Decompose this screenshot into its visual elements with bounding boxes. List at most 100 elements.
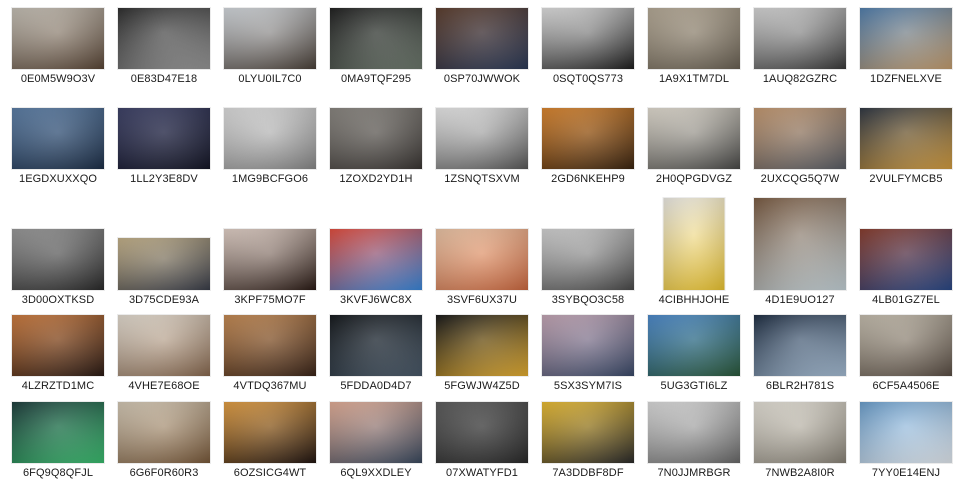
file-tile[interactable]: 0E83D47E18 [111, 8, 217, 86]
photo-thumbnail-icon[interactable] [436, 229, 528, 290]
photo-thumbnail-icon[interactable] [224, 8, 316, 69]
photo-thumbnail-icon[interactable] [118, 8, 210, 69]
photo-thumbnail-icon[interactable] [12, 108, 104, 169]
photo-thumbnail-icon[interactable] [12, 402, 104, 463]
photo-thumbnail-icon[interactable] [860, 8, 952, 69]
file-tile[interactable]: 5FGWJW4Z5D [429, 315, 535, 393]
file-tile[interactable]: 3SVF6UX37U [429, 198, 535, 307]
file-tile[interactable]: 7A3DDBF8DF [535, 402, 641, 480]
file-tile[interactable]: 1AUQ82GZRC [747, 8, 853, 86]
photo-thumbnail-icon[interactable] [860, 108, 952, 169]
photo-thumbnail-icon[interactable] [542, 229, 634, 290]
file-name-label: 2GD6NKEHP9 [551, 173, 625, 185]
photo-thumbnail-icon[interactable] [118, 315, 210, 376]
file-tile[interactable]: 6CF5A4506E [853, 315, 957, 393]
photo-thumbnail-icon[interactable] [330, 8, 422, 69]
file-tile[interactable]: 6BLR2H781S [747, 315, 853, 393]
file-tile[interactable]: 7N0JJMRBGR [641, 402, 747, 480]
thumbnail-slot [323, 402, 429, 463]
file-tile[interactable]: 7YY0E14ENJ [853, 402, 957, 480]
photo-thumbnail-icon[interactable] [330, 229, 422, 290]
photo-thumbnail-icon[interactable] [860, 229, 952, 290]
file-tile[interactable]: 0LYU0IL7C0 [217, 8, 323, 86]
file-tile[interactable]: 6FQ9Q8QFJL [5, 402, 111, 480]
photo-thumbnail-icon[interactable] [754, 8, 846, 69]
photo-thumbnail-icon[interactable] [224, 108, 316, 169]
file-tile[interactable]: 4D1E9UO127 [747, 198, 853, 307]
photo-thumbnail-icon[interactable] [648, 108, 740, 169]
file-tile[interactable]: 4VHE7E68OE [111, 315, 217, 393]
file-tile[interactable]: 3D00OXTKSD [5, 198, 111, 307]
file-tile[interactable]: 2UXCQG5Q7W [747, 108, 853, 186]
file-tile[interactable]: 7NWB2A8I0R [747, 402, 853, 480]
photo-thumbnail-icon[interactable] [330, 108, 422, 169]
photo-thumbnail-icon[interactable] [118, 238, 210, 290]
file-tile[interactable]: 0SQT0QS773 [535, 8, 641, 86]
photo-thumbnail-icon[interactable] [224, 229, 316, 290]
file-tile[interactable]: 6QL9XXDLEY [323, 402, 429, 480]
photo-thumbnail-icon[interactable] [648, 402, 740, 463]
file-tile[interactable]: 1LL2Y3E8DV [111, 108, 217, 186]
photo-thumbnail-icon[interactable] [663, 198, 725, 290]
photo-thumbnail-icon[interactable] [12, 8, 104, 69]
file-tile[interactable]: 2GD6NKEHP9 [535, 108, 641, 186]
thumbnail-slot [853, 8, 957, 69]
thumbnail-slot [747, 198, 853, 290]
photo-thumbnail-icon[interactable] [754, 315, 846, 376]
photo-thumbnail-icon[interactable] [436, 8, 528, 69]
photo-thumbnail-icon[interactable] [118, 402, 210, 463]
photo-thumbnail-icon[interactable] [754, 198, 846, 290]
photo-thumbnail-icon[interactable] [542, 402, 634, 463]
file-tile[interactable]: 6G6F0R60R3 [111, 402, 217, 480]
file-name-label: 7A3DDBF8DF [552, 467, 624, 479]
file-tile[interactable]: 4LB01GZ7EL [853, 198, 957, 307]
photo-thumbnail-icon[interactable] [542, 8, 634, 69]
file-tile[interactable]: 6OZSICG4WT [217, 402, 323, 480]
photo-thumbnail-icon[interactable] [118, 108, 210, 169]
photo-thumbnail-icon[interactable] [12, 315, 104, 376]
file-tile[interactable]: 4VTDQ367MU [217, 315, 323, 393]
file-tile[interactable]: 0MA9TQF295 [323, 8, 429, 86]
file-tile[interactable]: 2H0QPGDVGZ [641, 108, 747, 186]
file-tile[interactable]: 07XWATYFD1 [429, 402, 535, 480]
file-tile[interactable]: 3SYBQO3C58 [535, 198, 641, 307]
file-tile[interactable]: 5SX3SYM7IS [535, 315, 641, 393]
file-tile[interactable]: 4LZRZTD1MC [5, 315, 111, 393]
photo-thumbnail-icon[interactable] [542, 108, 634, 169]
photo-thumbnail-icon[interactable] [754, 108, 846, 169]
file-tile[interactable]: 4CIBHHJOHE [641, 198, 747, 307]
photo-thumbnail-icon[interactable] [436, 402, 528, 463]
photo-thumbnail-icon[interactable] [542, 315, 634, 376]
file-tile[interactable]: 0SP70JWWOK [429, 8, 535, 86]
file-name-label: 5FDDA0D4D7 [340, 380, 412, 392]
photo-thumbnail-icon[interactable] [436, 315, 528, 376]
file-tile[interactable]: 2VULFYMCB5 [853, 108, 957, 186]
file-tile[interactable]: 5FDDA0D4D7 [323, 315, 429, 393]
photo-thumbnail-icon[interactable] [860, 402, 952, 463]
photo-thumbnail-icon[interactable] [860, 315, 952, 376]
file-tile[interactable]: 1MG9BCFGO6 [217, 108, 323, 186]
photo-thumbnail-icon[interactable] [224, 315, 316, 376]
photo-thumbnail-icon[interactable] [330, 402, 422, 463]
file-tile[interactable]: 1A9X1TM7DL [641, 8, 747, 86]
file-tile[interactable]: 0E0M5W9O3V [5, 8, 111, 86]
thumbnail-slot [535, 315, 641, 376]
photo-thumbnail-icon[interactable] [648, 8, 740, 69]
thumbnail-slot [429, 8, 535, 69]
file-tile[interactable]: 3D75CDE93A [111, 198, 217, 307]
photo-thumbnail-icon[interactable] [754, 402, 846, 463]
file-tile[interactable]: 1ZOXD2YD1H [323, 108, 429, 186]
photo-thumbnail-icon[interactable] [436, 108, 528, 169]
file-tile[interactable]: 1ZSNQTSXVM [429, 108, 535, 186]
file-tile[interactable]: 1DZFNELXVE [853, 8, 957, 86]
photo-thumbnail-icon[interactable] [330, 315, 422, 376]
thumbnail-slot [111, 402, 217, 463]
photo-thumbnail-icon[interactable] [12, 229, 104, 290]
photo-thumbnail-icon[interactable] [224, 402, 316, 463]
file-tile[interactable]: 5UG3GTI6LZ [641, 315, 747, 393]
file-tile[interactable]: 1EGDXUXXQO [5, 108, 111, 186]
file-tile[interactable]: 3KPF75MO7F [217, 198, 323, 307]
file-tile[interactable]: 3KVFJ6WC8X [323, 198, 429, 307]
thumbnail-slot [853, 108, 957, 169]
photo-thumbnail-icon[interactable] [648, 315, 740, 376]
